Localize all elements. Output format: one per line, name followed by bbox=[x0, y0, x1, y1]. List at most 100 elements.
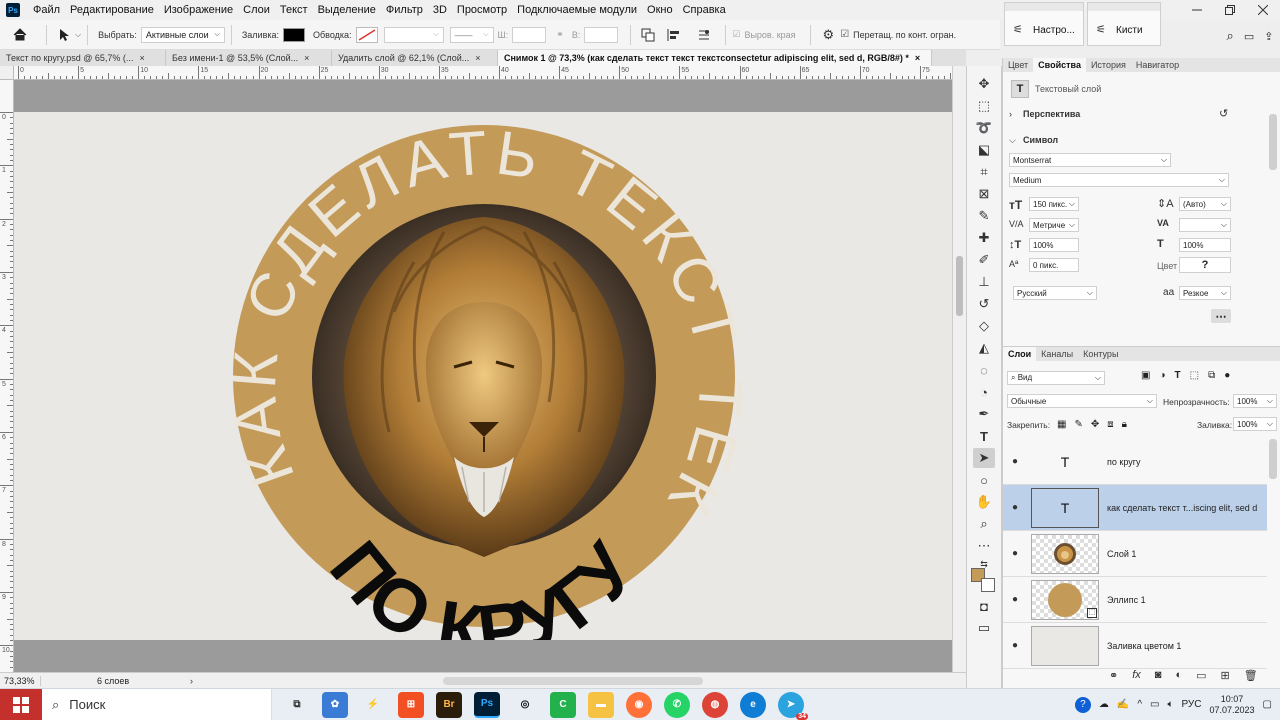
scroll-thumb[interactable] bbox=[1269, 439, 1277, 479]
baseline-input[interactable]: 0 пикс. bbox=[1029, 258, 1079, 272]
stroke-swatch[interactable] bbox=[355, 26, 378, 43]
type-icon[interactable]: T bbox=[973, 426, 995, 446]
document-canvas[interactable]: КАК СДЕЛАТЬ ТЕКСТ ТЕКСТ ПО КРУГУ bbox=[14, 112, 952, 640]
layer-filter-dropdown[interactable]: ⌕ Вид ⌵ bbox=[1007, 371, 1105, 385]
layer-name[interactable]: по кругу bbox=[1107, 457, 1141, 467]
zoom-icon[interactable]: ⌕ bbox=[973, 514, 995, 534]
tab-document[interactable]: Без имени-1 @ 53,5% (Слой... × bbox=[166, 50, 332, 66]
app-whatsapp-icon[interactable]: ✆ bbox=[664, 691, 690, 718]
adjustment-filter-icon[interactable]: ◑ bbox=[1159, 370, 1165, 381]
width-input[interactable] bbox=[512, 26, 547, 43]
scroll-thumb[interactable] bbox=[1269, 114, 1277, 170]
menu-edit[interactable]: Редактирование bbox=[65, 0, 159, 20]
layer-row[interactable]: ● Заливка цветом 1 bbox=[1003, 623, 1267, 669]
font-size-input[interactable]: 150 пикс. ⌵ bbox=[1029, 197, 1079, 211]
app-explorer-icon[interactable]: ▬ bbox=[588, 691, 614, 718]
fill-input[interactable]: 100% ⌵ bbox=[1233, 417, 1277, 431]
app-bolt-icon[interactable]: ⚡ bbox=[360, 692, 386, 718]
select-dropdown[interactable]: Активные слои ⌵ bbox=[140, 26, 225, 43]
opacity-input[interactable]: 100% ⌵ bbox=[1233, 394, 1277, 408]
new-group-icon[interactable]: ▭ bbox=[1196, 669, 1206, 682]
cloud-icon[interactable]: ☁ bbox=[1099, 699, 1109, 710]
adjustment-layer-icon[interactable]: ◐ bbox=[1175, 669, 1182, 682]
language-dropdown[interactable]: Русский ⌵ bbox=[1013, 286, 1097, 300]
eyedropper-icon[interactable]: ✎ bbox=[973, 206, 995, 226]
ruler-corner[interactable] bbox=[0, 66, 14, 80]
close-icon[interactable]: × bbox=[915, 50, 920, 66]
screen-mode-icon[interactable]: ▭ bbox=[973, 618, 995, 638]
app-paint-icon[interactable]: ✿ bbox=[322, 691, 348, 718]
stroke-type-dropdown[interactable]: —— ⌵ bbox=[449, 26, 494, 43]
hand-icon[interactable]: ✋ bbox=[973, 492, 995, 512]
blur-icon[interactable]: ◌ bbox=[973, 360, 995, 380]
layer-name[interactable]: Эллипс 1 bbox=[1107, 595, 1146, 605]
app-firefox-icon[interactable]: ◉ bbox=[626, 691, 652, 718]
tracking-input[interactable]: ⌵ bbox=[1179, 218, 1231, 232]
add-mask-icon[interactable]: ◙ bbox=[1155, 669, 1162, 682]
shape-filter-icon[interactable]: ⬚ bbox=[1190, 370, 1199, 381]
move-tool-icon[interactable] bbox=[53, 28, 75, 42]
more-options-button[interactable]: ⋯ bbox=[1211, 309, 1231, 323]
drag-checkbox[interactable]: ☑ bbox=[840, 29, 849, 40]
menu-view[interactable]: Просмотр bbox=[452, 0, 512, 20]
layer-name[interactable]: Заливка цветом 1 bbox=[1107, 641, 1181, 651]
perspective-section[interactable]: Перспектива bbox=[1023, 109, 1080, 119]
app-edge-icon[interactable]: e bbox=[740, 691, 766, 718]
dodge-icon[interactable]: ◔ bbox=[973, 382, 995, 402]
text-color-swatch[interactable]: ? bbox=[1179, 257, 1231, 273]
quick-mask-icon[interactable]: ◘ bbox=[973, 596, 995, 616]
zoom-level[interactable]: 73,33% bbox=[0, 676, 40, 686]
type-filter-icon[interactable]: T bbox=[1175, 370, 1181, 381]
smart-object-filter-icon[interactable]: ⧉ bbox=[1208, 370, 1215, 381]
tab-color[interactable]: Цвет bbox=[1003, 58, 1033, 72]
chevron-down-icon[interactable]: ⌵ bbox=[75, 30, 81, 40]
tab-channels[interactable]: Каналы bbox=[1036, 347, 1078, 361]
menu-filter[interactable]: Фильтр bbox=[381, 0, 428, 20]
tab-properties[interactable]: Свойства bbox=[1033, 58, 1086, 72]
gear-icon[interactable]: ⚙ bbox=[823, 27, 835, 43]
path-select-icon[interactable]: ➤ bbox=[973, 448, 995, 468]
adjustments-mini-panel[interactable]: ⚟ Настро... bbox=[1004, 2, 1084, 46]
stroke-width-dropdown[interactable]: ⌵ bbox=[383, 26, 444, 43]
tab-layers[interactable]: Слои bbox=[1003, 347, 1037, 361]
network-icon[interactable]: ▭ bbox=[1150, 699, 1159, 710]
app-camtasia-icon[interactable]: C bbox=[550, 691, 576, 718]
menu-image[interactable]: Изображение bbox=[159, 0, 238, 20]
horizontal-scrollbar[interactable] bbox=[443, 676, 703, 685]
app-store-icon[interactable]: ⊞ bbox=[398, 691, 424, 718]
minimize-icon[interactable] bbox=[1180, 0, 1213, 20]
menu-window[interactable]: Окно bbox=[642, 0, 678, 20]
path-operations-icon[interactable] bbox=[637, 28, 659, 42]
symbol-section[interactable]: Символ bbox=[1023, 135, 1058, 145]
close-icon[interactable]: × bbox=[304, 50, 309, 66]
object-select-icon[interactable]: ⬕ bbox=[973, 140, 995, 160]
brush-icon[interactable]: ✐ bbox=[973, 250, 995, 270]
link-layers-icon[interactable]: ⚭ bbox=[1109, 669, 1118, 682]
maximize-icon[interactable] bbox=[1213, 0, 1246, 20]
new-layer-icon[interactable]: ⊞ bbox=[1221, 669, 1230, 682]
scroll-thumb[interactable] bbox=[956, 256, 963, 316]
brushes-mini-panel[interactable]: ⚟ Кисти bbox=[1087, 2, 1161, 46]
stamp-icon[interactable]: ⊥ bbox=[973, 272, 995, 292]
layer-row-selected[interactable]: ● T как сделать текст т...iscing elit, s… bbox=[1003, 485, 1267, 531]
leading-input[interactable]: (Авто) ⌵ bbox=[1179, 197, 1231, 211]
align-edges-checkbox[interactable]: ☑ bbox=[732, 29, 740, 40]
kerning-input[interactable]: Метриче ⌵ bbox=[1029, 218, 1079, 232]
tab-paths[interactable]: Контуры bbox=[1078, 347, 1123, 361]
menu-help[interactable]: Справка bbox=[678, 0, 731, 20]
chevron-down-icon[interactable]: ⌵ bbox=[1009, 135, 1016, 146]
app-photoshop-icon[interactable]: Ps bbox=[474, 691, 500, 718]
eraser-icon[interactable]: ◇ bbox=[973, 316, 995, 336]
paint-bucket-icon[interactable]: ◭ bbox=[973, 338, 995, 358]
search-icon[interactable]: ⌕ bbox=[1227, 28, 1234, 44]
lock-artboard-icon[interactable]: ⧈ bbox=[1107, 419, 1113, 430]
start-button[interactable] bbox=[0, 688, 42, 720]
reset-icon[interactable]: ↺ bbox=[1219, 107, 1228, 120]
vertical-scale-input[interactable]: 100% bbox=[1029, 238, 1079, 252]
volume-icon[interactable]: 🔈︎ bbox=[1167, 699, 1173, 710]
tab-document[interactable]: Удалить слой @ 62,1% (Слой... × bbox=[332, 50, 498, 66]
font-family-dropdown[interactable]: Montserrat ⌵ bbox=[1009, 153, 1171, 167]
app-bridge-icon[interactable]: Br bbox=[436, 691, 462, 718]
lasso-icon[interactable]: ➰ bbox=[973, 118, 995, 138]
frame-icon[interactable]: ⊠ bbox=[973, 184, 995, 204]
